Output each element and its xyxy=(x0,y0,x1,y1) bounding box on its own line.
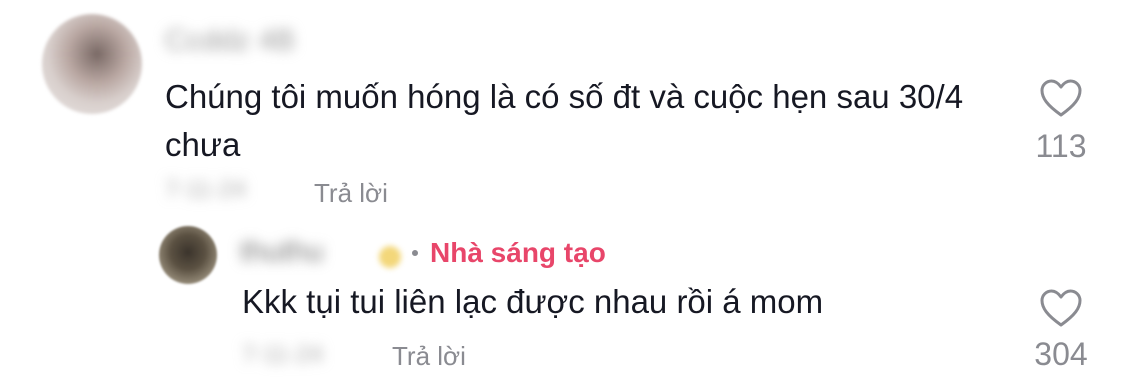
heart-outline-icon xyxy=(1040,289,1082,327)
commenter-avatar[interactable] xyxy=(42,14,142,114)
reply-avatar[interactable] xyxy=(159,226,217,284)
heart-outline-icon xyxy=(1040,79,1082,117)
reply-button[interactable]: Trả lời xyxy=(314,178,388,209)
like-button[interactable] xyxy=(1039,78,1083,118)
like-button[interactable] xyxy=(1039,288,1083,328)
creator-badge: Nhà sáng tạo xyxy=(412,237,606,269)
comment-date: 7-11-24 xyxy=(165,176,246,203)
reply-text: Kkk tụi tui liên lạc được nhau rồi á mom xyxy=(242,283,824,320)
verified-badge-icon xyxy=(379,246,401,268)
reply-date: 7-11-24 xyxy=(242,341,323,368)
reply-button[interactable]: Trả lời xyxy=(392,341,466,372)
like-count: 304 xyxy=(1034,336,1088,372)
like-count: 113 xyxy=(1035,128,1087,164)
commenter-username[interactable]: Ccddz 4B xyxy=(165,24,295,58)
comment-thread: Ccddz 4B Chúng tôi muốn hóng là có số đt… xyxy=(0,0,1146,386)
comment-text: Chúng tôi muốn hóng là có số đt và cuộc … xyxy=(165,78,964,163)
reply-username[interactable]: thuthu xyxy=(240,235,323,269)
creator-label: Nhà sáng tạo xyxy=(430,237,606,268)
